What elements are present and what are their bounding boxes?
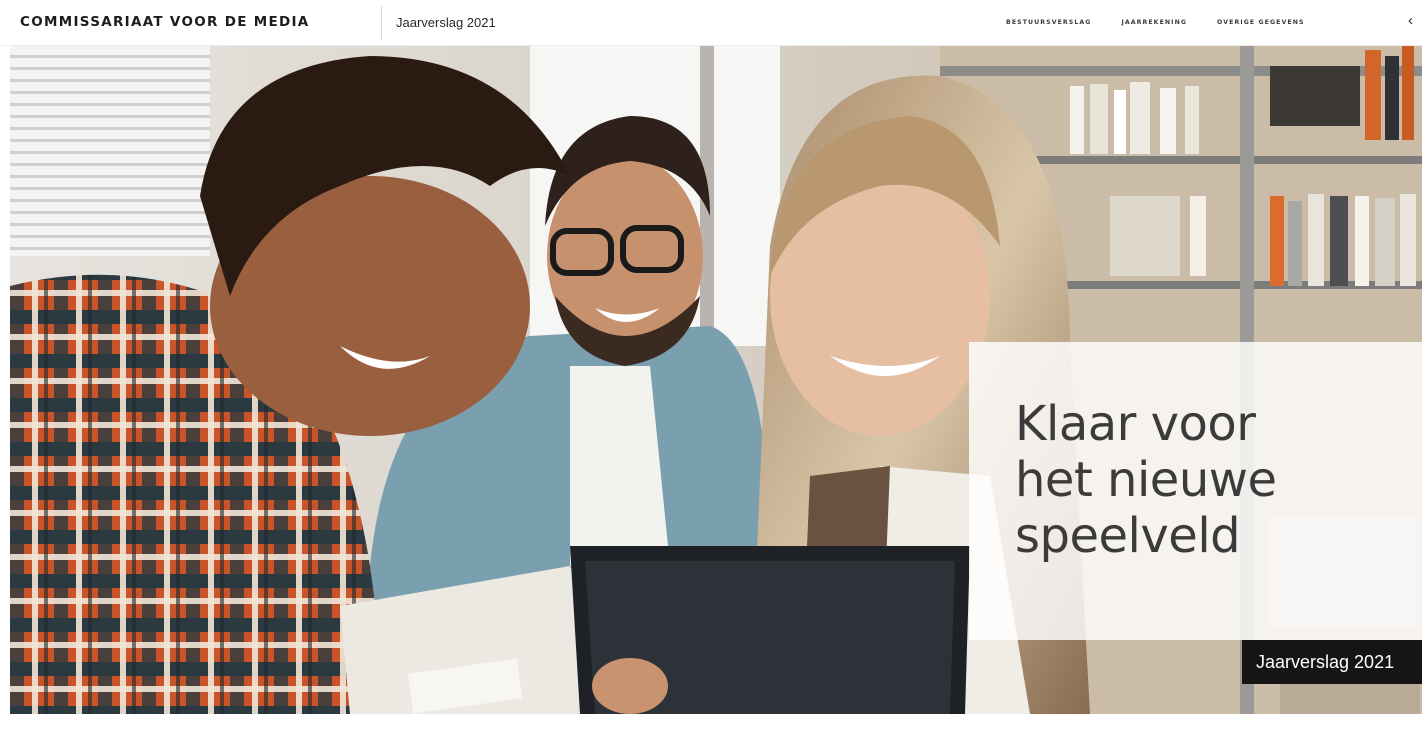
header-divider [381,6,382,40]
main-nav: BESTUURSVERSLAG JAARREKENING OVERIGE GEG… [1006,19,1305,26]
report-title[interactable]: Jaarverslag 2021 [396,15,496,30]
hero-banner: Klaar voor het nieuwe speelveld Jaarvers… [10,46,1422,714]
year-badge: Jaarverslag 2021 [1242,640,1422,684]
hero-headline: Klaar voor het nieuwe speelveld [1015,396,1422,564]
headline-line: het nieuwe [1015,452,1277,508]
headline-panel: Klaar voor het nieuwe speelveld [969,342,1422,640]
nav-item-overige-gegevens[interactable]: OVERIGE GEGEVENS [1217,19,1305,26]
nav-item-jaarrekening[interactable]: JAARREKENING [1121,19,1187,26]
brand-logo[interactable]: COMMISSARIAAT VOOR DE MEDIA [20,14,310,30]
headline-line: speelveld [1015,508,1241,564]
nav-item-bestuursverslag[interactable]: BESTUURSVERSLAG [1006,19,1091,26]
chevron-left-icon[interactable]: ‹ [1408,13,1413,28]
headline-line: Klaar voor [1015,396,1256,452]
site-header: COMMISSARIAAT VOOR DE MEDIA Jaarverslag … [0,0,1422,46]
